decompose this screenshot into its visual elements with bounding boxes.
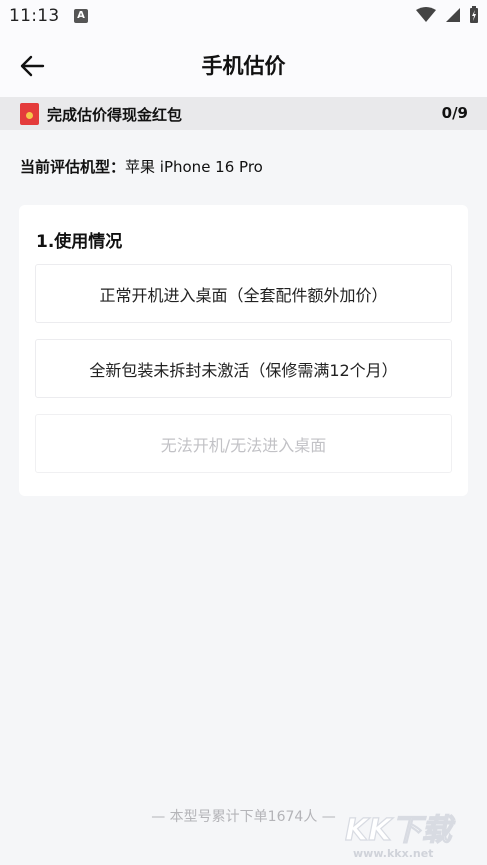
red-packet-icon (20, 103, 39, 125)
battery-charging-icon (470, 6, 478, 23)
nav-bar: 手机估价 (0, 34, 487, 97)
section-title: 1.使用情况 (36, 232, 123, 252)
status-bar: 11:13 A (0, 0, 487, 34)
kk-watermark-logo: KK下载 www.kkx.net (344, 812, 456, 860)
option-brand-new[interactable]: 全新包装未拆封未激活（保修需满12个月） (35, 339, 452, 398)
status-time: 11:13 (9, 6, 60, 26)
model-label: 当前评估机型： (20, 158, 126, 176)
status-icons (416, 6, 479, 24)
svg-text:KK下载: KK下载 (345, 813, 455, 848)
model-line: 当前评估机型：苹果 iPhone 16 Pro (20, 156, 263, 177)
reward-text: 完成估价得现金红包 (47, 106, 183, 124)
option-cannot-boot: 无法开机/无法进入桌面 (35, 414, 452, 473)
model-value: 苹果 iPhone 16 Pro (125, 158, 263, 176)
page-title: 手机估价 (201, 54, 286, 78)
usage-card: 1.使用情况 正常开机进入桌面（全套配件额外加价） 全新包装未拆封未激活（保修需… (19, 205, 468, 496)
option-normal-boot[interactable]: 正常开机进入桌面（全套配件额外加价） (35, 264, 452, 323)
reward-progress: 0/9 (441, 104, 468, 122)
signal-icon (446, 8, 460, 22)
reward-banner[interactable]: 完成估价得现金红包 0/9 (0, 97, 487, 130)
wifi-icon (416, 7, 436, 22)
notification-badge-icon: A (74, 9, 88, 23)
svg-text:www.kkx.net: www.kkx.net (353, 847, 433, 860)
